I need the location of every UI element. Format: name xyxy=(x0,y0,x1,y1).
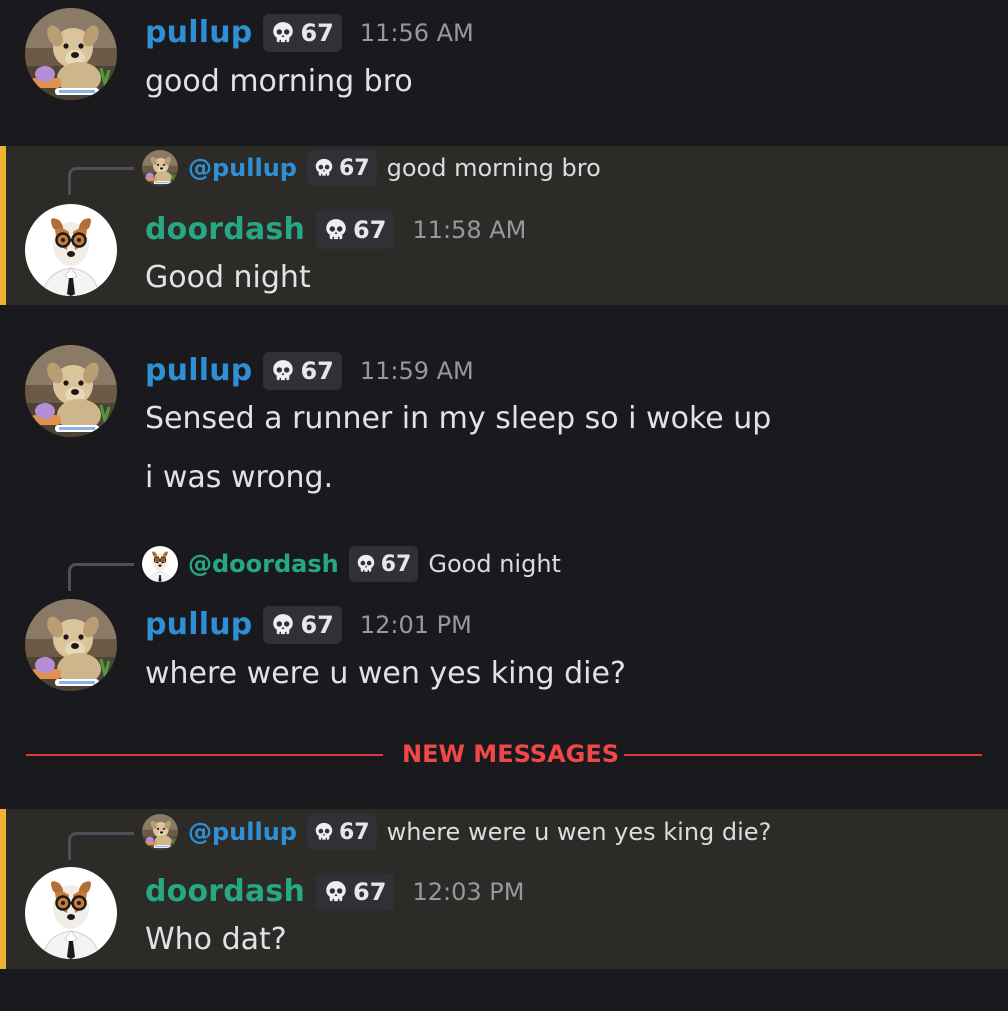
message-header: pullup 67 11:56 AM xyxy=(145,14,474,52)
timestamp[interactable]: 11:59 AM xyxy=(360,357,474,385)
server-tag[interactable]: 67 xyxy=(316,211,395,249)
reply-server-tag-label: 67 xyxy=(338,819,370,845)
message-header: doordash 67 11:58 AM xyxy=(145,211,526,249)
dog-avatar-icon xyxy=(142,546,178,582)
server-tag-label: 67 xyxy=(300,611,334,639)
reply-server-tag-label: 67 xyxy=(338,155,370,181)
dog-avatar-icon xyxy=(25,8,117,100)
skull-icon xyxy=(270,612,296,638)
reply-text: Good night xyxy=(428,550,561,578)
new-messages-label: NEW MESSAGES xyxy=(402,740,620,768)
message-group: pullup 67 11:59 AM Sensed a runner in my… xyxy=(0,340,1008,510)
message-text: Good night xyxy=(145,260,311,295)
skull-icon xyxy=(323,217,349,243)
avatar-doordash[interactable] xyxy=(25,204,117,296)
server-tag-label: 67 xyxy=(300,19,334,47)
username[interactable]: pullup xyxy=(145,15,252,51)
reply-username[interactable]: @pullup xyxy=(188,154,297,182)
username[interactable]: doordash xyxy=(145,874,305,910)
username[interactable]: doordash xyxy=(145,212,305,248)
message-header: doordash 67 12:03 PM xyxy=(145,873,524,911)
reply-spine xyxy=(68,832,134,860)
message-text: i was wrong. xyxy=(145,460,334,495)
message-group: pullup 67 11:56 AM good morning bro xyxy=(0,0,1008,140)
server-tag[interactable]: 67 xyxy=(263,606,342,644)
username[interactable]: pullup xyxy=(145,607,252,643)
reply-username[interactable]: @pullup xyxy=(188,818,297,846)
message-text: Who dat? xyxy=(145,922,287,957)
avatar-pullup[interactable] xyxy=(25,345,117,437)
skull-icon xyxy=(323,879,349,905)
message-group-highlighted: @pullup 67 where were u wen yes king die… xyxy=(0,809,1008,969)
server-tag-label: 67 xyxy=(300,357,334,385)
reply-server-tag: 67 xyxy=(306,814,377,850)
reply-username[interactable]: @doordash xyxy=(188,550,339,578)
dog-avatar-icon xyxy=(142,814,178,850)
dog-avatar-icon xyxy=(142,150,178,186)
message-header: pullup 67 11:59 AM xyxy=(145,352,474,390)
message-header: pullup 67 12:01 PM xyxy=(145,606,472,644)
skull-icon xyxy=(313,157,335,179)
server-tag[interactable]: 67 xyxy=(316,873,395,911)
avatar-doordash[interactable] xyxy=(25,867,117,959)
reply-avatar xyxy=(142,546,178,582)
dog-avatar-icon xyxy=(25,204,117,296)
timestamp[interactable]: 11:58 AM xyxy=(412,216,526,244)
message-group-highlighted: @pullup 67 good morning bro doordash 67 … xyxy=(0,146,1008,305)
message-group: @doordash 67 Good night pullup 67 12:01 … xyxy=(0,542,1008,717)
username[interactable]: pullup xyxy=(145,353,252,389)
message-text: Sensed a runner in my sleep so i woke up xyxy=(145,401,772,436)
dog-avatar-icon xyxy=(25,345,117,437)
reply-preview[interactable]: @doordash 67 Good night xyxy=(142,544,561,584)
new-messages-divider: NEW MESSAGES xyxy=(26,740,982,768)
server-tag-label: 67 xyxy=(353,878,387,906)
skull-icon xyxy=(270,20,296,46)
reply-server-tag-label: 67 xyxy=(380,551,412,577)
message-text: good morning bro xyxy=(145,64,413,99)
avatar-pullup[interactable] xyxy=(25,8,117,100)
skull-icon xyxy=(313,821,335,843)
server-tag[interactable]: 67 xyxy=(263,14,342,52)
reply-avatar xyxy=(142,150,178,186)
reply-server-tag: 67 xyxy=(306,150,377,186)
skull-icon xyxy=(270,358,296,384)
skull-icon xyxy=(355,553,377,575)
reply-preview[interactable]: @pullup 67 where were u wen yes king die… xyxy=(142,812,771,852)
reply-text: where were u wen yes king die? xyxy=(386,818,772,846)
divider-line-left xyxy=(26,754,383,756)
dog-avatar-icon xyxy=(25,867,117,959)
server-tag[interactable]: 67 xyxy=(263,352,342,390)
dog-avatar-icon xyxy=(25,599,117,691)
reply-avatar xyxy=(142,814,178,850)
divider-line-right xyxy=(624,754,982,756)
timestamp[interactable]: 12:01 PM xyxy=(360,611,472,639)
avatar-pullup[interactable] xyxy=(25,599,117,691)
message-text: where were u wen yes king die? xyxy=(145,656,626,691)
reply-spine xyxy=(68,167,134,195)
reply-preview[interactable]: @pullup 67 good morning bro xyxy=(142,148,601,188)
timestamp[interactable]: 11:56 AM xyxy=(360,19,474,47)
timestamp[interactable]: 12:03 PM xyxy=(412,878,524,906)
reply-text: good morning bro xyxy=(386,154,601,182)
server-tag-label: 67 xyxy=(353,216,387,244)
reply-server-tag: 67 xyxy=(348,546,419,582)
reply-spine xyxy=(68,563,134,591)
